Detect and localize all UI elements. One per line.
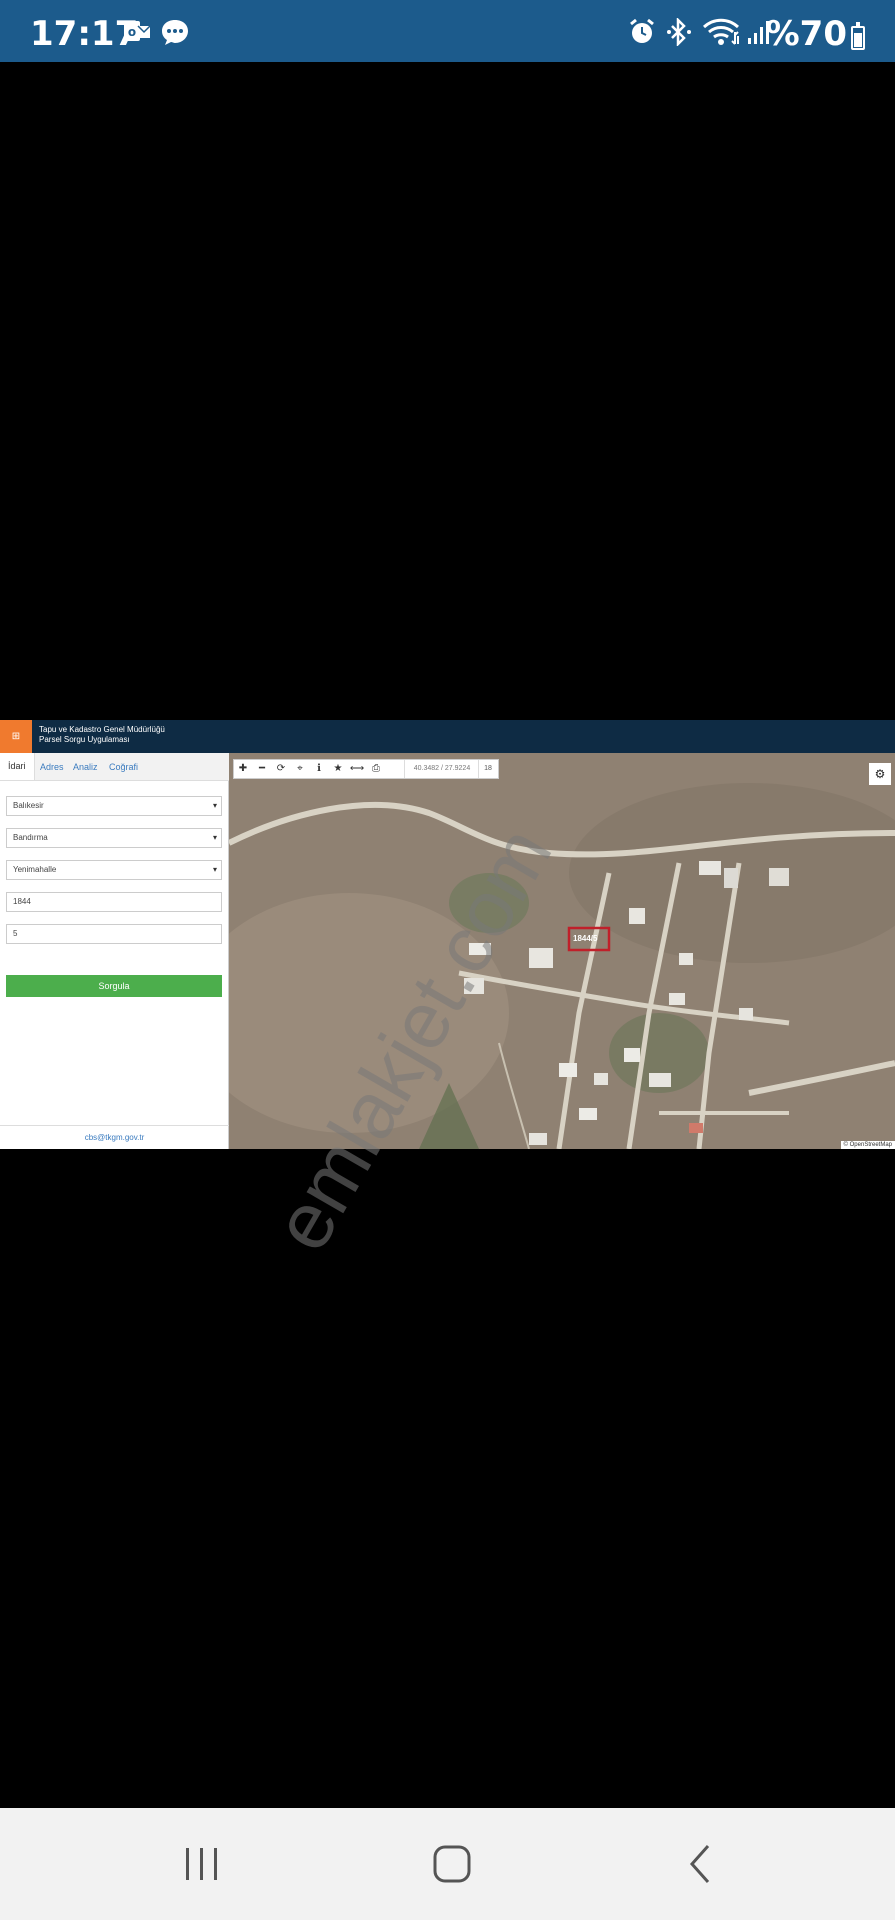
chevron-down-icon: ▾ — [212, 801, 217, 810]
tab-cografi[interactable]: Coğrafi — [109, 762, 138, 772]
province-select[interactable]: Balıkesir ▾ — [6, 796, 222, 816]
chevron-down-icon: ▾ — [212, 833, 217, 842]
bluetooth-icon — [666, 16, 692, 52]
map-toolbar: ✚ ━ ⟳ ⌖ ℹ ★ ⟷ ⎙ 40.3482 / 27.9224 18 — [233, 759, 499, 779]
map-attribution: © OpenStreetMap — [840, 1141, 895, 1149]
tab-idari[interactable]: İdari — [0, 753, 35, 780]
wifi-icon — [702, 18, 742, 52]
zoom-out-icon[interactable]: ━ — [253, 760, 271, 778]
district-select[interactable]: Bandırma ▾ — [6, 828, 222, 848]
alarm-icon — [628, 18, 656, 52]
refresh-icon[interactable]: ⟳ — [272, 760, 290, 778]
measure-icon[interactable]: ⟷ — [348, 760, 366, 778]
battery-percentage: %70 — [765, 14, 847, 54]
back-icon — [689, 1845, 710, 1883]
query-button[interactable]: Sorgula — [6, 975, 222, 997]
home-icon — [433, 1845, 471, 1883]
tab-bar: İdari Adres Analiz Coğrafi — [0, 753, 229, 781]
org-name: Tapu ve Kadastro Genel Müdürlüğü — [39, 725, 165, 734]
tab-analiz[interactable]: Analiz — [73, 762, 98, 772]
province-value: Balıkesir — [13, 801, 44, 810]
parcel-label: 1844/5 — [573, 934, 598, 943]
navigation-bar — [0, 1808, 895, 1920]
tkgm-logo: ⊞ — [0, 720, 32, 753]
battery-icon — [851, 22, 865, 50]
tab-adres[interactable]: Adres — [40, 762, 64, 772]
recent-apps-button[interactable] — [172, 1836, 232, 1892]
block-input[interactable]: 1844 — [6, 892, 222, 912]
query-sidebar: İdari Adres Analiz Coğrafi Balıkesir ▾ B… — [0, 753, 229, 1149]
organization-title: Tapu ve Kadastro Genel Müdürlüğü Parsel … — [39, 725, 165, 745]
locate-icon[interactable]: ⌖ — [291, 760, 309, 778]
zoom-level: 18 — [478, 760, 497, 778]
print-icon[interactable]: ⎙ — [367, 760, 385, 778]
app-name: Parsel Sorgu Uygulaması — [39, 735, 130, 744]
info-icon[interactable]: ℹ — [310, 760, 328, 778]
app-header: ⊞ Tapu ve Kadastro Genel Müdürlüğü Parse… — [0, 720, 895, 753]
recent-apps-icon — [186, 1848, 217, 1880]
outlook-mail-icon: o — [122, 18, 152, 50]
chat-bubble-icon — [160, 18, 190, 52]
favorite-icon[interactable]: ★ — [329, 760, 347, 778]
back-button[interactable] — [672, 1836, 732, 1892]
svg-text:o: o — [128, 25, 136, 39]
home-button[interactable] — [422, 1836, 482, 1892]
zoom-in-icon[interactable]: ✚ — [234, 760, 252, 778]
neighborhood-value: Yenimahalle — [13, 865, 57, 874]
status-bar: 17:17 o %70 — [0, 0, 895, 62]
district-value: Bandırma — [13, 833, 48, 842]
coordinate-readout: 40.3482 / 27.9224 — [404, 760, 479, 778]
neighborhood-select[interactable]: Yenimahalle ▾ — [6, 860, 222, 880]
contact-email-link[interactable]: cbs@tkgm.gov.tr — [0, 1125, 229, 1149]
settings-gear-icon[interactable]: ⚙ — [869, 763, 891, 785]
parcel-input[interactable]: 5 — [6, 924, 222, 944]
chevron-down-icon: ▾ — [212, 865, 217, 874]
